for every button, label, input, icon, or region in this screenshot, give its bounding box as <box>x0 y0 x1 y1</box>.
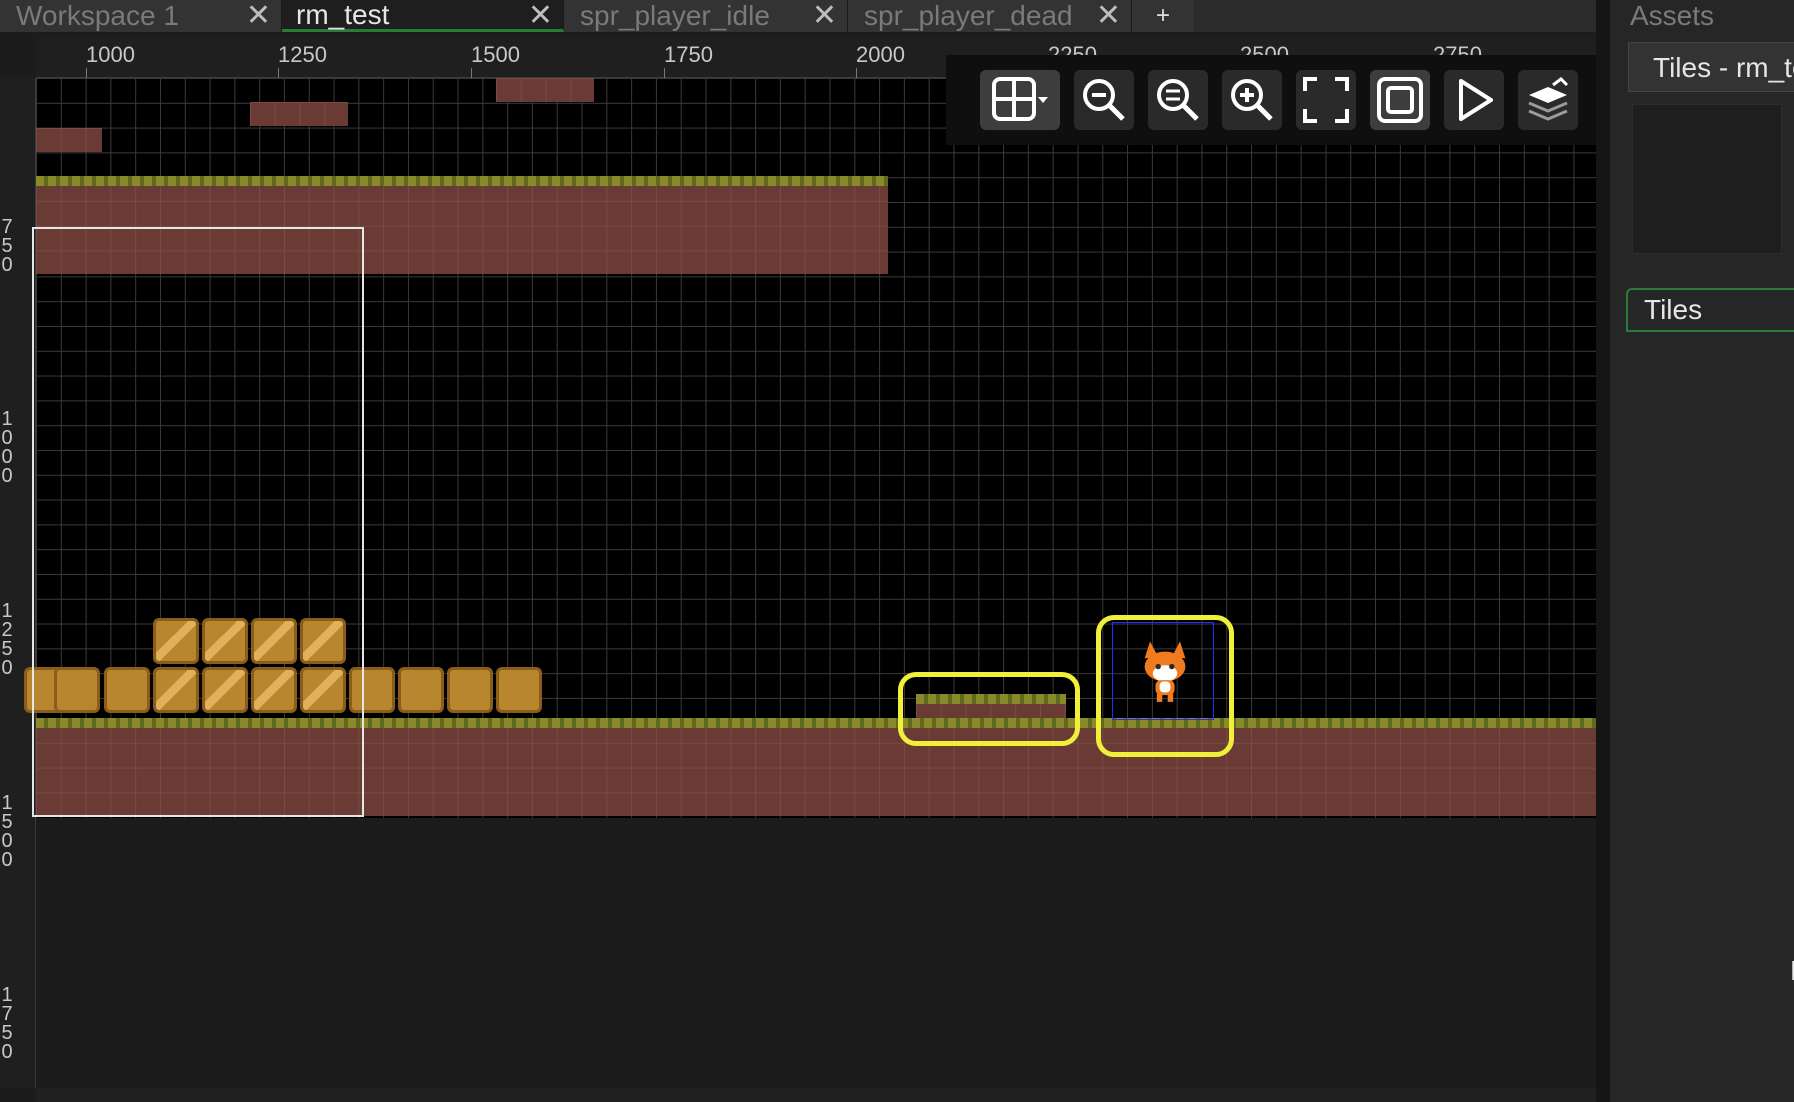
tiles-room-tab[interactable]: Tiles - rm_te <box>1628 42 1794 92</box>
ruler-label-1000: 1000 <box>1 408 13 487</box>
layers-icon <box>1528 77 1569 121</box>
fox-sprite-icon <box>1144 641 1186 702</box>
add-tab-button[interactable]: + <box>1132 0 1194 32</box>
ruler-label-750: 750 <box>1 216 13 276</box>
close-icon[interactable]: ✕ <box>528 1 553 31</box>
ground-tile <box>36 128 102 152</box>
zoom-in-button[interactable] <box>1222 70 1282 130</box>
zoom-in-icon <box>1231 79 1273 121</box>
ruler-tick <box>86 68 87 78</box>
zoom-reset-icon <box>1157 79 1199 121</box>
grid-toggle-icon <box>992 77 1048 121</box>
zoom-out-button[interactable] <box>1074 70 1134 130</box>
assets-panel-title: Assets <box>1630 0 1715 31</box>
ground-tile <box>250 102 348 126</box>
close-icon[interactable]: ✕ <box>246 1 271 31</box>
ruler-label-1500: 1500 <box>1 792 13 871</box>
crate-tile <box>447 667 493 713</box>
close-icon[interactable]: ✕ <box>812 1 837 31</box>
zoom-out-icon <box>1083 79 1125 121</box>
frame-view-button[interactable] <box>1370 70 1430 130</box>
close-icon[interactable]: ✕ <box>1096 1 1121 31</box>
grid-toggle-button[interactable] <box>980 70 1060 130</box>
tileset-preview <box>1632 104 1782 254</box>
tab-spr-player-dead[interactable]: spr_player_dead ✕ <box>848 0 1132 32</box>
room-toolbar <box>946 55 1596 145</box>
tab-workspace-1[interactable]: Workspace 1 ✕ <box>0 0 282 32</box>
room-grid[interactable] <box>24 78 1596 818</box>
layers-button[interactable] <box>1518 70 1578 130</box>
ground-tile <box>496 78 594 102</box>
tab-label: spr_player_idle <box>580 0 770 31</box>
ruler-tick <box>856 68 857 78</box>
panel-truncated-label: N <box>1790 955 1794 987</box>
left-ruler: 750 1000 1250 1500 1750 <box>0 78 36 1088</box>
crate-tile <box>496 667 542 713</box>
horizontal-scrollbar[interactable] <box>36 1088 1596 1102</box>
frame-icon <box>1377 77 1423 123</box>
ruler-tick <box>471 68 472 78</box>
zoom-reset-button[interactable] <box>1148 70 1208 130</box>
crate-tile <box>398 667 444 713</box>
ruler-label: 1250 <box>278 42 327 67</box>
tab-label: rm_test <box>296 0 390 30</box>
tab-label: Workspace 1 <box>16 0 179 31</box>
ruler-label: 1000 <box>86 42 135 67</box>
tab-label: spr_player_dead <box>864 0 1073 31</box>
fullscreen-icon <box>1303 77 1349 123</box>
ruler-label: 2000 <box>856 42 905 67</box>
player-instance[interactable] <box>1112 622 1214 720</box>
room-editor-window: Workspace 1 ✕ rm_test ✕ spr_player_idle … <box>0 0 1794 1102</box>
ruler-label-1250: 1250 <box>1 600 13 679</box>
tiles-subtab[interactable]: Tiles <box>1626 288 1794 332</box>
play-button[interactable] <box>1444 70 1504 130</box>
ruler-tick <box>664 68 665 78</box>
play-icon <box>1459 79 1493 121</box>
ruler-label: 1500 <box>471 42 520 67</box>
ruler-label-1750: 1750 <box>1 984 13 1063</box>
assets-panel: Assets Tiles - rm_te Tiles N <box>1596 0 1794 1102</box>
ruler-tick <box>278 68 279 78</box>
highlight-platform[interactable] <box>898 672 1080 746</box>
tab-rm-test[interactable]: rm_test ✕ <box>282 0 564 32</box>
grass-strip <box>36 176 888 186</box>
camera-view-rect[interactable] <box>32 227 364 817</box>
ruler-label: 1750 <box>664 42 713 67</box>
document-tab-bar: Workspace 1 ✕ rm_test ✕ spr_player_idle … <box>0 0 1596 32</box>
fullscreen-button[interactable] <box>1296 70 1356 130</box>
tab-spr-player-idle[interactable]: spr_player_idle ✕ <box>564 0 848 32</box>
